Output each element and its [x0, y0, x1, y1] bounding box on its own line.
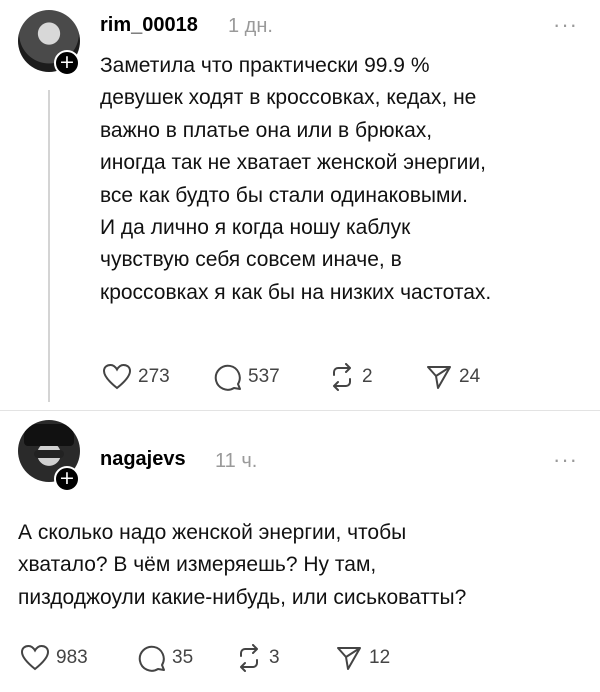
post-1: + rim_00018 1 дн. ··· Заметила что практ… [0, 0, 600, 410]
share-button[interactable]: 24 [425, 363, 480, 391]
repost-icon [333, 363, 351, 391]
comment-button[interactable]: 537 [214, 363, 280, 391]
timestamp: 11 ч. [215, 450, 258, 472]
username[interactable]: rim_00018 [100, 14, 198, 37]
post-text: А сколько надо женской энергии, чтобы хв… [18, 521, 467, 609]
post-text: Заметила что практически 99.9 % девушек … [100, 54, 492, 304]
share-button[interactable]: 12 [335, 644, 390, 672]
plus-icon[interactable]: + [54, 466, 80, 492]
share-count: 24 [459, 366, 481, 387]
repost-icon [240, 644, 258, 672]
repost-button[interactable]: 2 [328, 363, 373, 391]
comment-count: 35 [172, 647, 194, 668]
like-button[interactable]: 273 [102, 363, 170, 390]
share-icon [337, 647, 361, 670]
comment-button[interactable]: 35 [138, 644, 193, 672]
comment-icon [214, 364, 241, 391]
like-button[interactable]: 983 [20, 644, 88, 671]
repost-count: 2 [362, 366, 373, 387]
plus-icon[interactable]: + [54, 50, 80, 76]
heart-icon [20, 644, 50, 671]
like-count: 273 [138, 365, 170, 387]
more-icon[interactable]: ··· [553, 449, 578, 471]
thread-line [48, 90, 50, 402]
like-count: 983 [56, 646, 88, 668]
more-icon[interactable]: ··· [553, 14, 578, 36]
post-2: + nagajevs 11 ч. ··· А сколько надо женс… [0, 410, 600, 692]
share-count: 12 [369, 647, 391, 668]
repost-count: 3 [269, 647, 280, 668]
comment-count: 537 [248, 366, 280, 387]
repost-button[interactable]: 3 [235, 644, 280, 672]
username[interactable]: nagajevs [100, 448, 186, 471]
timestamp: 1 дн. [228, 15, 273, 37]
comment-icon [138, 645, 165, 672]
heart-icon [102, 363, 132, 390]
share-icon [427, 366, 451, 389]
